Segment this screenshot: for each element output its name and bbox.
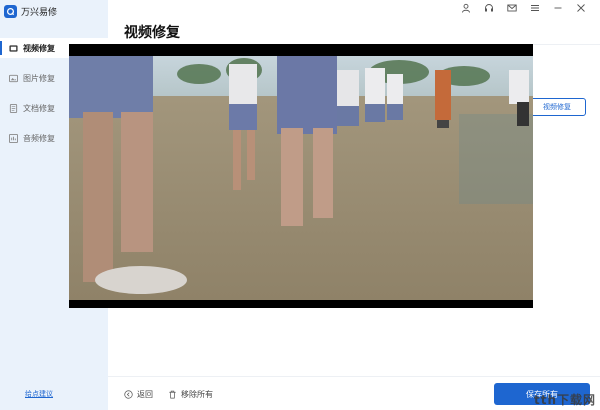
back-button[interactable]: 返回	[124, 389, 153, 400]
video-frame	[69, 44, 533, 308]
close-icon[interactable]	[576, 3, 586, 13]
image-icon	[9, 74, 18, 83]
sidebar-item-label: 视频修复	[23, 43, 55, 53]
trash-icon	[169, 390, 176, 399]
video-preview[interactable]	[69, 44, 533, 308]
app-title: 万兴易修	[21, 7, 58, 18]
footer-divider	[108, 376, 600, 377]
video-repair-button[interactable]: 视频修复	[528, 98, 586, 116]
app-header: 万兴易修	[4, 4, 57, 18]
feedback-link[interactable]: 给点建议	[25, 389, 53, 399]
document-icon	[9, 103, 18, 113]
menu-icon[interactable]	[530, 3, 540, 13]
app-logo-icon	[4, 4, 17, 18]
remove-all-label: 移除所有	[181, 390, 213, 399]
back-label: 返回	[137, 390, 153, 399]
sidebar-item-label: 音频修复	[23, 133, 55, 143]
minimize-icon[interactable]	[553, 3, 563, 13]
titlebar-controls	[461, 3, 586, 13]
watermark-text: tth下载网	[533, 393, 596, 407]
remove-all-button[interactable]: 移除所有	[168, 389, 213, 400]
back-icon	[124, 390, 133, 399]
sidebar-item-label: 文档修复	[23, 103, 55, 113]
audio-icon	[9, 133, 18, 143]
mail-icon[interactable]	[507, 3, 517, 13]
video-icon	[9, 44, 18, 53]
user-icon[interactable]	[461, 3, 471, 13]
sidebar-item-label: 图片修复	[23, 73, 55, 83]
headset-icon[interactable]	[484, 3, 494, 13]
page-title: 视频修复	[124, 25, 180, 41]
